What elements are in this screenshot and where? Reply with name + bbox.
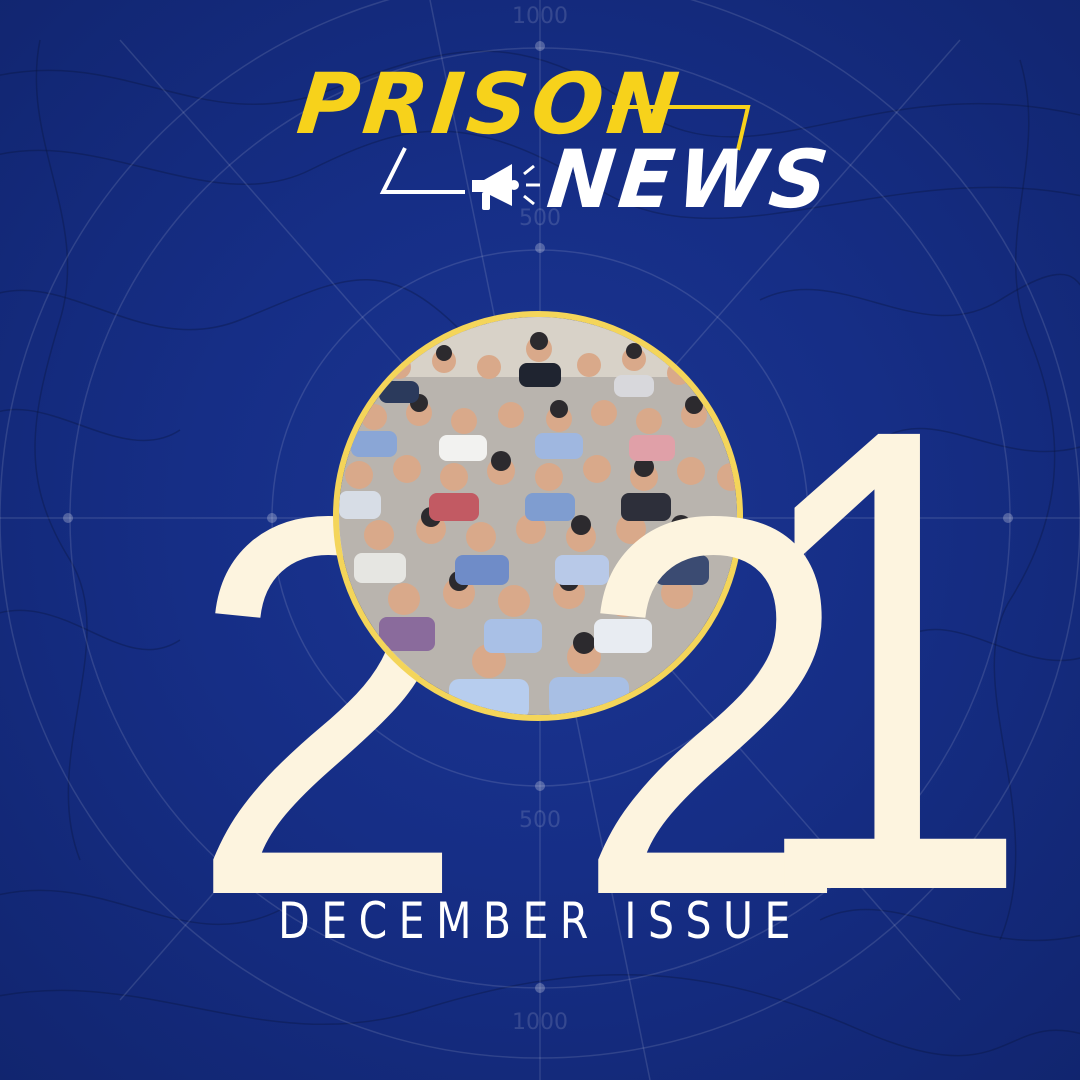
- year-digit-1: 1: [745, 291, 1032, 1028]
- issue-title: DECEMBER ISSUE: [278, 892, 802, 950]
- megaphone-icon: [472, 164, 540, 210]
- poster: 1000 500 500 1000 PRISON NEWS 2 2 1 DECE…: [0, 0, 1080, 1080]
- radar-label-bottom: 1000: [512, 1010, 568, 1035]
- logo-word-news: NEWS: [543, 133, 837, 226]
